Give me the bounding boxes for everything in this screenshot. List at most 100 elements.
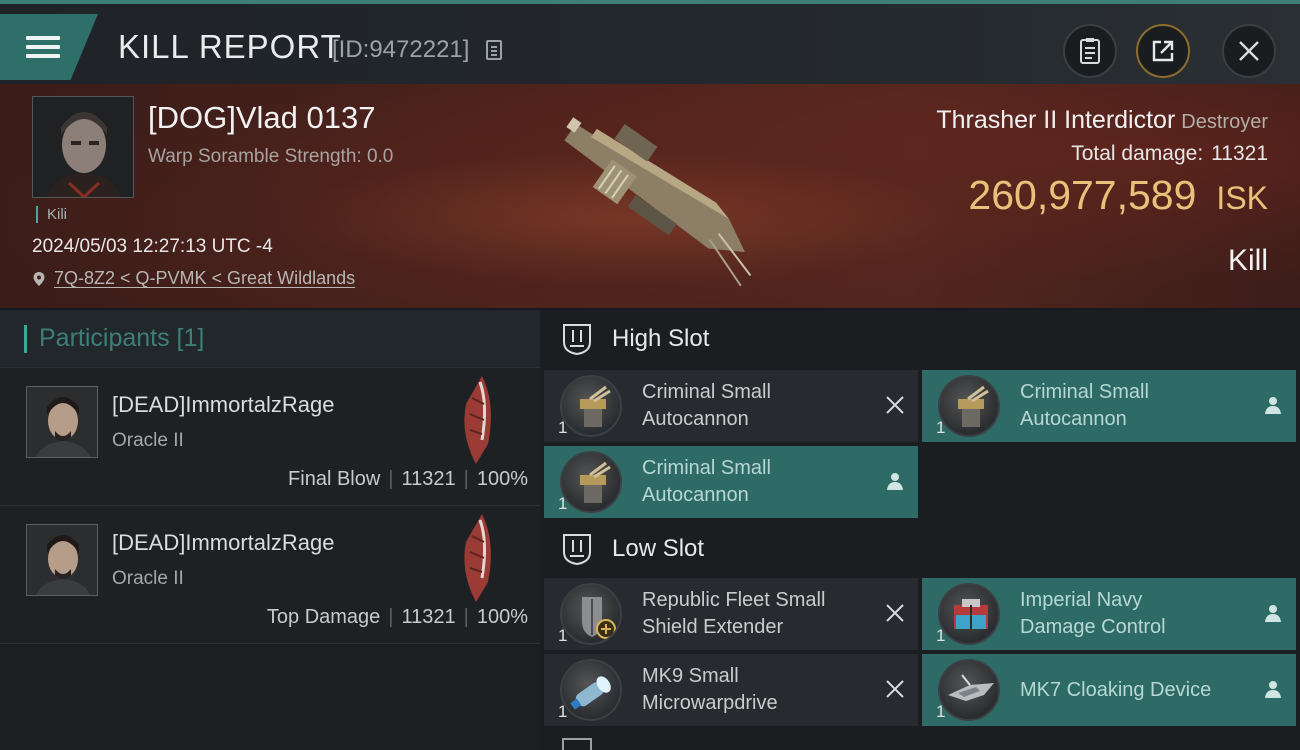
dropped-person-icon [1265,681,1281,698]
module-name-line2: Autocannon [642,408,749,430]
destroyed-x-icon [886,604,904,622]
participant-ship-image[interactable] [452,512,502,604]
participant-avatar[interactable] [26,386,98,458]
destroyed-x-icon [886,396,904,414]
module-item[interactable]: 1 MK9 Small Microwarpdrive [544,654,918,726]
participant-stats: Top Damage | 11321 | 100% [267,606,528,629]
module-name-line2: Shield Extender [642,616,784,638]
module-name: Criminal Small Autocannon [1020,379,1260,433]
module-quantity: 1 [558,494,568,513]
module-name-line1: MK9 Small [642,665,739,687]
participant-stats: Final Blow | 11321 | 100% [288,468,528,491]
participants-panel: Participants [1] [DEAD]ImmortalzRage Ora… [0,310,540,750]
participant-percent: 100% [476,468,528,490]
module-name-line2: Autocannon [642,484,749,506]
module-name: Criminal Small Autocannon [642,379,882,433]
module-name: Criminal Small Autocannon [642,455,882,509]
module-name: MK7 Cloaking Device [1020,677,1260,704]
autocannon-icon [560,375,622,437]
module-quantity: 1 [936,626,946,645]
share-icon [1152,40,1174,62]
kill-result: Kill [1227,244,1268,277]
victim-avatar[interactable] [32,96,134,198]
participant-role: Top Damage [266,606,381,628]
menu-icon [26,31,60,63]
module-item[interactable]: 1 Republic Fleet Small Shield Extender [544,578,918,650]
module-item[interactable]: 1 Imperial Navy Damage Control [922,578,1296,650]
dropped-person-icon [1265,397,1281,414]
close-icon [1239,41,1259,61]
kill-summary: [DOG]Vlad 0137 Warp Soramble Strength: 0… [0,84,1300,308]
title-bar: KILL REPORT [ID:9472221] [0,0,1300,84]
kill-location-link[interactable]: 7Q-8Z2 < Q-PVMK < Great Wildlands [32,268,355,289]
module-name-line1: MK7 Cloaking Device [1020,678,1212,701]
module-name-line1: Republic Fleet Small [642,589,826,611]
next-slot-header-partial [540,738,1300,750]
copy-icon[interactable] [486,40,502,60]
high-slot-header: High Slot [540,310,1300,368]
participants-label: Participants [1] [39,324,205,352]
module-item[interactable]: 1 MK7 Cloaking Device [922,654,1296,726]
victim-ship-image[interactable] [530,94,780,294]
location-pin-icon [33,271,45,286]
divider: | [463,468,469,490]
participant-row[interactable]: [DEAD]ImmortalzRage Oracle II Top Damage… [0,506,540,644]
participant-name: [DEAD]ImmortalzRage [112,530,335,555]
kill-tag: Kili [36,206,67,223]
participant-percent: 100% [476,606,528,628]
module-quantity: 1 [936,418,946,437]
participant-row[interactable]: [DEAD]ImmortalzRage Oracle II Final Blow… [0,368,540,506]
module-name-line2: Microwarpdrive [642,692,778,714]
autocannon-icon [938,375,1000,437]
module-quantity: 1 [558,418,568,437]
participants-header: Participants [1] [0,310,540,368]
warp-scramble-strength: Warp Soramble Strength: 0.0 [148,146,394,167]
isk-amount: 260,977,589 [968,172,1197,218]
divider: | [463,606,469,628]
total-damage-label: Total damage: [1071,142,1204,165]
isk-value: 260,977,589 ISK [968,172,1268,219]
menu-button[interactable] [0,14,98,80]
victim-name[interactable]: [DOG]Vlad 0137 [148,100,375,136]
module-item[interactable]: 1 Criminal Small Autocannon [544,446,918,518]
participant-role: Final Blow [288,468,381,490]
module-item[interactable]: 1 Criminal Small Autocannon [544,370,918,442]
total-damage-value: 11321 [1211,142,1268,165]
participant-ship-image[interactable] [452,374,502,466]
fitting-panel: High Slot 1 Criminal Small Autocannon 1 … [540,310,1300,750]
dropped-person-icon [887,473,903,490]
module-name-line1: Criminal Small [1020,381,1149,403]
autocannon-icon [560,451,622,513]
page-title: KILL REPORT [118,28,342,65]
ship-name: Thrasher II Interdictor [936,106,1176,134]
participant-ship: Oracle II [112,430,184,451]
module-name-line1: Criminal Small [642,381,771,403]
close-button[interactable] [1222,24,1276,78]
slot-shield-icon [563,534,591,566]
report-id: [ID:9472221] [332,36,470,63]
participant-avatar[interactable] [26,524,98,596]
destroyed-x-icon [886,680,904,698]
module-quantity: 1 [558,702,568,721]
notes-button[interactable] [1063,24,1117,78]
participant-name: [DEAD]ImmortalzRage [112,392,335,417]
module-quantity: 1 [558,626,568,645]
slot-shield-icon [563,324,591,356]
module-item[interactable]: 1 Criminal Small Autocannon [922,370,1296,442]
section-marker [24,324,27,353]
victim-ship[interactable]: Thrasher II Interdictor Destroyer [936,106,1268,135]
low-slot-label: Low Slot [612,535,705,562]
microwarpdrive-icon [560,659,622,721]
location-text: 7Q-8Z2 < Q-PVMK < Great Wildlands [54,268,356,288]
total-damage: Total damage: 11321 [1071,142,1268,166]
low-slot-header: Low Slot [540,520,1300,578]
module-name-line1: Imperial Navy [1020,589,1143,611]
module-name-line1: Criminal Small [642,457,771,479]
participant-ship: Oracle II [112,568,184,589]
kill-datetime: 2024/05/03 12:27:13 UTC -4 [32,236,273,257]
share-button[interactable] [1136,24,1190,78]
cloaking-device-icon [938,659,1000,721]
ship-class: Destroyer [1181,111,1268,133]
module-name: Imperial Navy Damage Control [1020,587,1260,641]
module-quantity: 1 [936,702,946,721]
